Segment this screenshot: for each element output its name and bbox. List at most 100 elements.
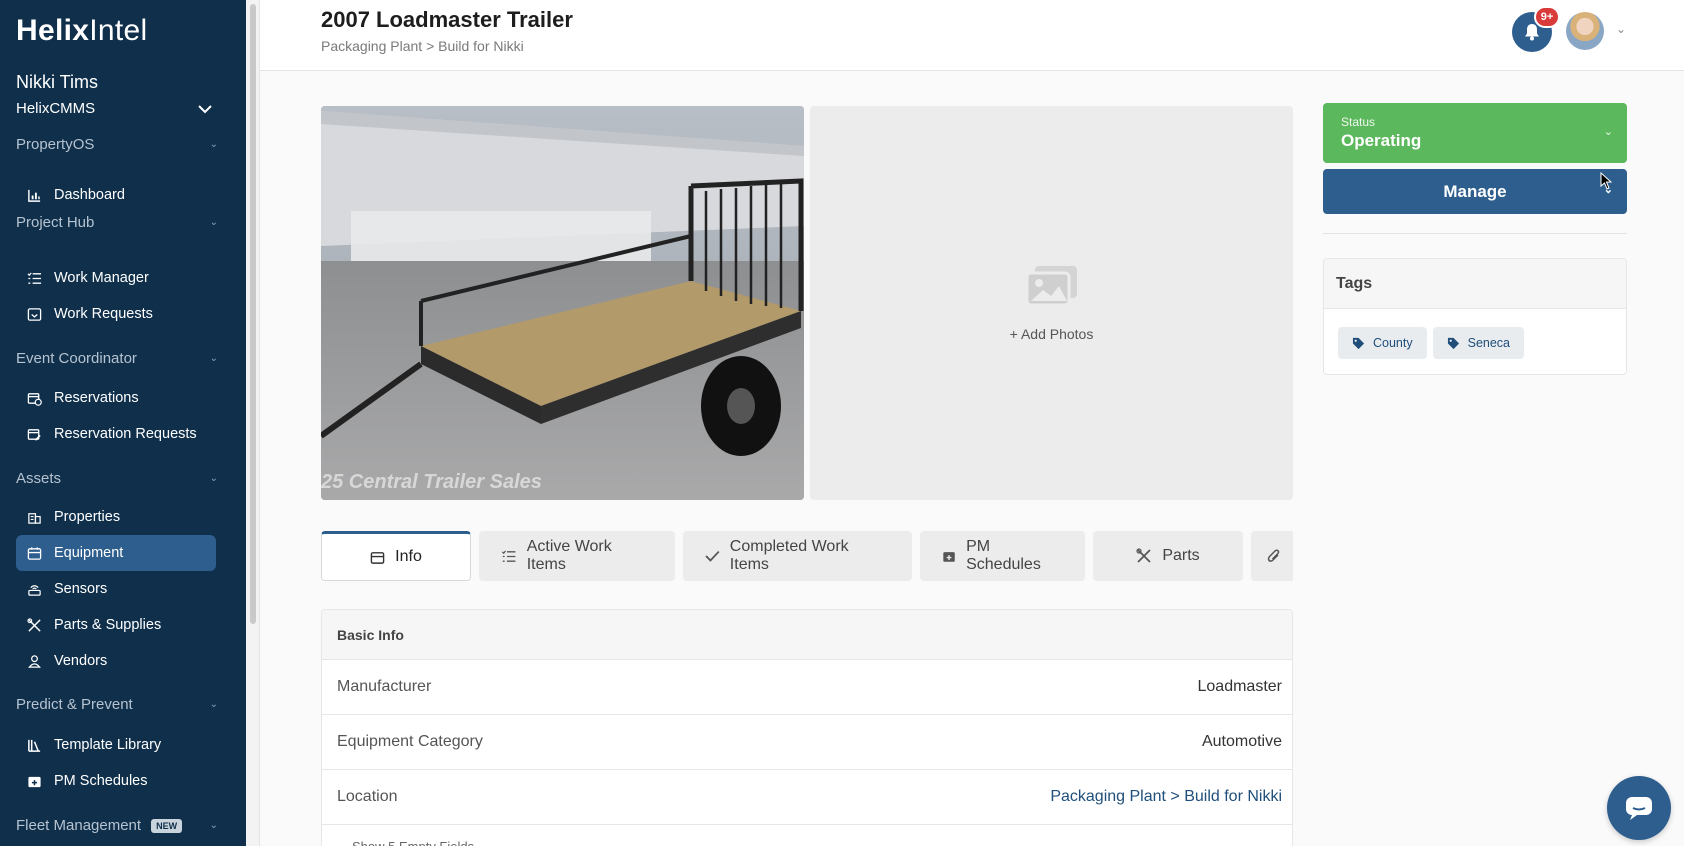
sidebar-item-work-manager[interactable]: Work Manager bbox=[16, 260, 216, 296]
sidebar-item-sensors[interactable]: Sensors bbox=[16, 571, 216, 607]
calendar-plus-icon bbox=[26, 773, 42, 789]
notification-count-badge: 9+ bbox=[1534, 6, 1560, 28]
sidebar-item-label: Template Library bbox=[54, 737, 162, 753]
sidebar-item-label: Reservations bbox=[54, 390, 139, 406]
sidebar-item-label: PM Schedules bbox=[54, 773, 148, 789]
trailer-photo-image bbox=[321, 106, 804, 500]
sidebar-item-reservations[interactable]: Reservations bbox=[16, 380, 216, 416]
helix-intel-logo[interactable]: HelixIntel bbox=[16, 14, 147, 48]
chart-icon bbox=[26, 187, 42, 203]
manage-button[interactable]: Manage ⌄ bbox=[1323, 169, 1627, 214]
tag-chip-seneca[interactable]: Seneca bbox=[1432, 327, 1525, 359]
tag-label: County bbox=[1373, 336, 1413, 350]
tab-info[interactable]: Info bbox=[321, 531, 471, 581]
info-value: Automotive bbox=[1201, 733, 1282, 750]
sidebar-scrollbar[interactable] bbox=[246, 0, 260, 846]
page-header: 2007 Loadmaster Trailer Packaging Plant … bbox=[260, 0, 1684, 71]
tag-chip-county[interactable]: County bbox=[1338, 327, 1427, 359]
tab-parts[interactable]: Parts bbox=[1093, 531, 1243, 581]
tag-icon bbox=[1352, 337, 1365, 349]
chevron-down-icon: ⌄ bbox=[209, 473, 218, 484]
inbox-icon bbox=[26, 306, 42, 322]
tag-label: Seneca bbox=[1467, 336, 1511, 350]
chevron-down-icon: ⌄ bbox=[209, 699, 218, 710]
sidebar-item-parts-supplies[interactable]: Parts & Supplies bbox=[16, 607, 216, 643]
tags-list: County Seneca bbox=[1324, 309, 1626, 374]
sidebar-item-label: Work Manager bbox=[54, 270, 149, 286]
sidebar-user-name: Nikki Tims bbox=[16, 72, 98, 92]
chat-icon bbox=[1626, 797, 1652, 820]
tab-pm-schedules[interactable]: PM Schedules bbox=[920, 531, 1085, 581]
list-icon bbox=[501, 549, 516, 562]
chevron-down-icon: ⌄ bbox=[1603, 126, 1613, 138]
section-predict-prevent[interactable]: Predict & Prevent ⌄ bbox=[16, 696, 218, 713]
equipment-icon bbox=[26, 545, 42, 561]
org-switcher[interactable]: HelixCMMS bbox=[16, 100, 212, 117]
equipment-photo[interactable]: 25 Central Trailer Sales bbox=[321, 106, 804, 500]
status-dropdown[interactable]: Status Operating ⌄ bbox=[1323, 103, 1627, 163]
breadcrumb[interactable]: Packaging Plant > Build for Nikki bbox=[321, 38, 524, 54]
sidebar-item-dashboard[interactable]: Dashboard bbox=[16, 177, 216, 213]
sidebar-item-template-library[interactable]: Template Library bbox=[16, 727, 216, 763]
location-link[interactable]: Packaging Plant > Build for Nikki bbox=[1050, 788, 1282, 806]
sidebar-item-reservation-requests[interactable]: Reservation Requests bbox=[16, 416, 216, 452]
section-label-wrap: Fleet Management NEW bbox=[16, 817, 183, 834]
mouse-cursor-icon bbox=[1600, 171, 1613, 195]
sidebar-item-label: Work Requests bbox=[54, 306, 153, 322]
calendar-plus-icon bbox=[943, 551, 955, 562]
chevron-down-icon: ⌄ bbox=[209, 139, 218, 150]
section-label: Predict & Prevent bbox=[16, 696, 133, 713]
section-assets[interactable]: Assets ⌄ bbox=[16, 470, 218, 487]
section-label: Assets bbox=[16, 470, 62, 487]
tab-attachments[interactable] bbox=[1251, 531, 1293, 581]
calendar-icon bbox=[370, 551, 385, 564]
basic-info-card: Basic Info Manufacturer Loadmaster Equip… bbox=[321, 609, 1293, 846]
section-propertyos[interactable]: PropertyOS ⌄ bbox=[16, 136, 218, 153]
new-badge: NEW bbox=[151, 818, 183, 833]
tag-icon bbox=[1447, 337, 1459, 349]
list-check-icon bbox=[26, 270, 42, 286]
section-event-coordinator[interactable]: Event Coordinator ⌄ bbox=[16, 350, 218, 367]
paperclip-icon bbox=[1267, 549, 1280, 562]
section-project-hub[interactable]: Project Hub ⌄ bbox=[16, 214, 218, 231]
chat-support-button[interactable] bbox=[1607, 776, 1671, 840]
chevron-down-icon: ⌄ bbox=[209, 217, 218, 228]
sidebar-item-equipment[interactable]: Equipment bbox=[16, 535, 216, 571]
chevron-down-icon[interactable]: ⌄ bbox=[1616, 22, 1626, 36]
sidebar-item-vendors[interactable]: Vendors bbox=[16, 643, 216, 679]
images-icon bbox=[1025, 266, 1077, 307]
photo-watermark: 25 Central Trailer Sales bbox=[321, 471, 542, 493]
scrollbar-thumb[interactable] bbox=[250, 4, 256, 624]
tools-icon bbox=[1136, 548, 1151, 563]
tools-icon bbox=[26, 617, 42, 633]
sidebar-item-label: Dashboard bbox=[54, 187, 125, 203]
library-icon bbox=[26, 737, 42, 753]
tab-label: Completed Work Items bbox=[729, 538, 849, 573]
avatar[interactable] bbox=[1566, 12, 1604, 50]
section-fleet-management[interactable]: Fleet Management NEW ⌄ bbox=[16, 817, 218, 834]
sidebar-item-work-requests[interactable]: Work Requests bbox=[16, 296, 216, 332]
add-photos-button[interactable]: + Add Photos bbox=[810, 106, 1293, 500]
sidebar-item-pm-schedules[interactable]: PM Schedules bbox=[16, 763, 216, 799]
building-icon bbox=[26, 509, 42, 525]
tab-active-work-items[interactable]: Active Work Items bbox=[479, 531, 675, 581]
sidebar-item-label: Properties bbox=[54, 509, 121, 525]
sidebar-item-label: Reservation Requests bbox=[54, 426, 197, 442]
info-row-equipment-category: Equipment Category Automotive bbox=[322, 715, 1292, 770]
org-name: HelixCMMS bbox=[16, 100, 96, 117]
info-value: Loadmaster bbox=[1197, 678, 1283, 695]
info-key: Equipment Category bbox=[337, 733, 483, 750]
status-label: Status bbox=[1341, 115, 1376, 129]
tab-completed-work-items[interactable]: Completed Work Items bbox=[683, 531, 912, 581]
sidebar-item-properties[interactable]: Properties bbox=[16, 499, 216, 535]
info-row-manufacturer: Manufacturer Loadmaster bbox=[322, 660, 1292, 715]
add-photos-label: + Add Photos bbox=[1009, 326, 1094, 342]
sidebar: HelixIntel Nikki Tims HelixCMMS Property… bbox=[0, 0, 246, 846]
sidebar-item-label: Parts & Supplies bbox=[54, 617, 162, 633]
show-empty-fields-toggle[interactable]: Show 5 Empty Fields bbox=[322, 825, 1292, 846]
manage-label: Manage bbox=[1443, 181, 1507, 201]
sidebar-item-label: Sensors bbox=[54, 581, 108, 597]
basic-info-heading: Basic Info bbox=[322, 610, 1292, 660]
section-label: PropertyOS bbox=[16, 136, 95, 153]
status-value: Operating bbox=[1341, 131, 1422, 150]
